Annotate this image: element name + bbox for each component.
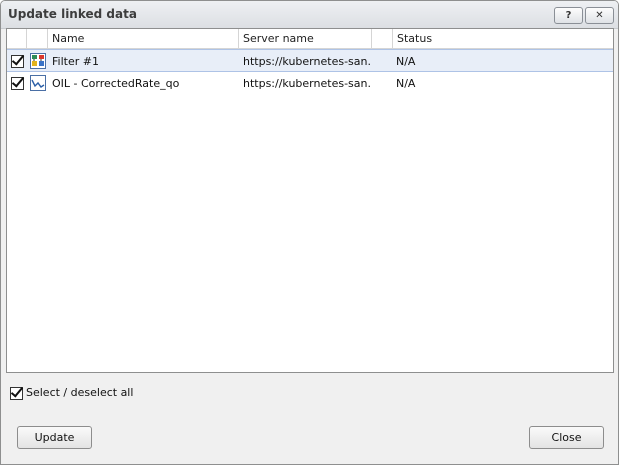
table-row[interactable]: Filter #1 https://kubernetes-san... N/A (7, 49, 613, 72)
row-name: OIL - CorrectedRate_qo (52, 77, 180, 90)
update-button[interactable]: Update (17, 426, 92, 449)
window-title: Update linked data (8, 7, 137, 21)
help-button[interactable]: ? (554, 7, 583, 24)
line-chart-icon (30, 75, 46, 91)
update-linked-data-dialog: Update linked data ? ✕ Name Server name … (0, 0, 619, 465)
row-status: N/A (396, 77, 416, 90)
header-check-column[interactable] (7, 29, 27, 48)
select-all-checkbox[interactable] (10, 387, 23, 400)
row-status: N/A (396, 55, 416, 68)
select-all-label: Select / deselect all (26, 386, 134, 399)
close-button[interactable]: Close (529, 426, 604, 449)
row-server: https://kubernetes-san... (243, 55, 371, 68)
title-bar: Update linked data ? ✕ (1, 1, 618, 29)
row-name: Filter #1 (52, 55, 99, 68)
header-icon-column[interactable] (27, 29, 48, 48)
header-status[interactable]: Status (393, 29, 613, 48)
row-checkbox[interactable] (11, 55, 24, 68)
header-name[interactable]: Name (48, 29, 239, 48)
filter-icon (30, 53, 46, 69)
row-checkbox[interactable] (11, 77, 24, 90)
row-server: https://kubernetes-san... (243, 77, 371, 90)
window-close-button[interactable]: ✕ (585, 7, 614, 24)
grid-header: Name Server name Status (7, 29, 613, 49)
header-server-name[interactable]: Server name (239, 29, 372, 48)
table-row[interactable]: OIL - CorrectedRate_qo https://kubernete… (7, 72, 613, 95)
header-extra-column[interactable] (372, 29, 393, 48)
linked-data-grid: Name Server name Status Filter #1 https:… (6, 28, 614, 373)
